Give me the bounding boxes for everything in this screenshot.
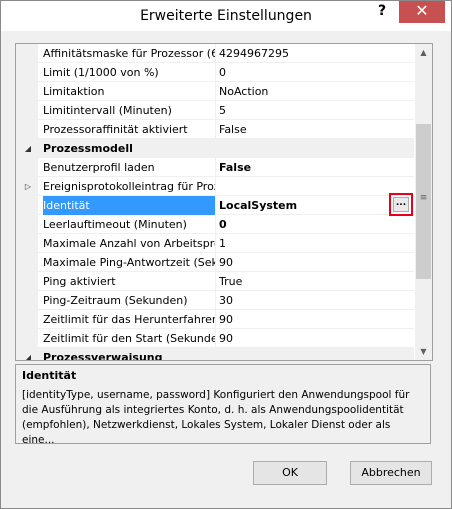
- property-row[interactable]: Zeitlimit für das Herunterfahren 90: [16, 310, 414, 329]
- property-value[interactable]: 0: [219, 63, 409, 82]
- scroll-down-icon[interactable]: ▼: [415, 343, 432, 360]
- property-grid[interactable]: Affinitätsmaske für Prozessor (64 4294967…: [15, 43, 433, 361]
- property-row-selected[interactable]: Identität LocalSystem...: [16, 193, 414, 216]
- property-name: Limit (1/1000 von %): [43, 63, 216, 82]
- title-bar[interactable]: Erweiterte Einstellungen ? ✕: [1, 1, 451, 31]
- category-row[interactable]: ◢ Prozessverwaisung: [16, 348, 414, 361]
- property-name: Limitaktion: [43, 82, 216, 101]
- property-row[interactable]: Prozessoraffinität aktiviert False: [16, 120, 414, 139]
- expand-triangle-icon[interactable]: ▷: [22, 177, 34, 196]
- collapse-triangle-icon[interactable]: ◢: [22, 139, 34, 158]
- property-name: Identität: [43, 196, 216, 215]
- property-value[interactable]: 5: [219, 101, 409, 120]
- property-row[interactable]: Leerlauftimeout (Minuten) 0: [16, 215, 414, 234]
- vertical-scrollbar[interactable]: ▲ ≡ ▼: [415, 44, 432, 360]
- property-row[interactable]: Limit (1/1000 von %) 0: [16, 63, 414, 82]
- close-button[interactable]: ✕: [399, 1, 445, 23]
- row-margin: [16, 234, 38, 253]
- property-row[interactable]: Benutzerprofil laden False: [16, 158, 414, 177]
- property-value[interactable]: 90: [219, 253, 409, 272]
- property-value[interactable]: LocalSystem: [219, 196, 409, 215]
- property-name: Maximale Ping-Antwortzeit (Sekun: [43, 253, 216, 272]
- collapse-triangle-icon[interactable]: ◢: [22, 348, 34, 360]
- description-panel: Identität [identityType, username, passw…: [15, 364, 431, 446]
- property-value[interactable]: 30: [219, 291, 409, 310]
- property-name: Zeitlimit für das Herunterfahren: [43, 310, 216, 329]
- property-value[interactable]: 1: [219, 234, 409, 253]
- cancel-button[interactable]: Abbrechen: [350, 461, 432, 485]
- category-label: Prozessverwaisung: [43, 351, 163, 361]
- property-name: Ping-Zeitraum (Sekunden): [43, 291, 216, 310]
- property-name: Zeitlimit für den Start (Sekunden: [43, 329, 216, 348]
- ellipsis-button[interactable]: ...: [393, 197, 409, 212]
- category-row[interactable]: ◢ Prozessmodell: [16, 139, 414, 158]
- description-text: [identityType, username, password] Konfi…: [22, 389, 410, 446]
- property-row[interactable]: Maximale Anzahl von Arbeitsproz 1: [16, 234, 414, 253]
- property-row[interactable]: Affinitätsmaske für Prozessor (64 4294967…: [16, 44, 414, 63]
- property-name: Prozessoraffinität aktiviert: [43, 120, 216, 139]
- row-margin: [16, 215, 38, 234]
- property-row[interactable]: Limitaktion NoAction: [16, 82, 414, 101]
- row-margin: [16, 272, 38, 291]
- ok-button[interactable]: OK: [253, 461, 327, 485]
- property-name: Benutzerprofil laden: [43, 158, 216, 177]
- property-name: Ping aktiviert: [43, 272, 216, 291]
- property-name: Affinitätsmaske für Prozessor (64: [43, 44, 216, 63]
- property-value[interactable]: True: [219, 272, 409, 291]
- row-margin: [16, 101, 38, 120]
- category-label: Prozessmodell: [43, 142, 133, 155]
- row-margin: [16, 291, 38, 310]
- scrollbar-thumb[interactable]: ≡: [416, 124, 431, 279]
- row-margin: [16, 253, 38, 272]
- scrollbar-grip-icon: ≡: [419, 193, 428, 203]
- property-row[interactable]: Zeitlimit für den Start (Sekunden 90: [16, 329, 414, 348]
- property-row[interactable]: Limitintervall (Minuten) 5: [16, 101, 414, 120]
- property-value[interactable]: False: [219, 158, 409, 177]
- help-button[interactable]: ?: [367, 1, 397, 23]
- row-margin: [16, 329, 38, 348]
- property-value[interactable]: 4294967295: [219, 44, 409, 63]
- property-value[interactable]: [219, 177, 409, 196]
- property-name: Leerlauftimeout (Minuten): [43, 215, 216, 234]
- row-margin: [16, 82, 38, 101]
- row-margin: [16, 310, 38, 329]
- property-value[interactable]: NoAction: [219, 82, 409, 101]
- property-value[interactable]: 90: [219, 310, 409, 329]
- property-name: Limitintervall (Minuten): [43, 101, 216, 120]
- property-value[interactable]: 0: [219, 215, 409, 234]
- property-name: Maximale Anzahl von Arbeitsproz: [43, 234, 216, 253]
- row-margin: [16, 158, 38, 177]
- property-row[interactable]: Ping aktiviert True: [16, 272, 414, 291]
- property-list: Affinitätsmaske für Prozessor (64 4294967…: [16, 44, 414, 361]
- property-name: Ereignisprotokolleintrag für Prozes: [43, 177, 216, 196]
- row-margin: [16, 44, 38, 63]
- scroll-up-icon[interactable]: ▲: [415, 44, 432, 61]
- property-value[interactable]: 90: [219, 329, 409, 348]
- property-value[interactable]: False: [219, 120, 409, 139]
- row-margin: [16, 120, 38, 139]
- row-margin: [16, 196, 38, 215]
- row-margin: [16, 63, 38, 82]
- description-title: Identität: [22, 369, 77, 382]
- property-row[interactable]: Ping-Zeitraum (Sekunden) 30: [16, 291, 414, 310]
- property-row[interactable]: ▷ Ereignisprotokolleintrag für Prozes: [16, 177, 414, 196]
- property-row[interactable]: Maximale Ping-Antwortzeit (Sekun 90: [16, 253, 414, 272]
